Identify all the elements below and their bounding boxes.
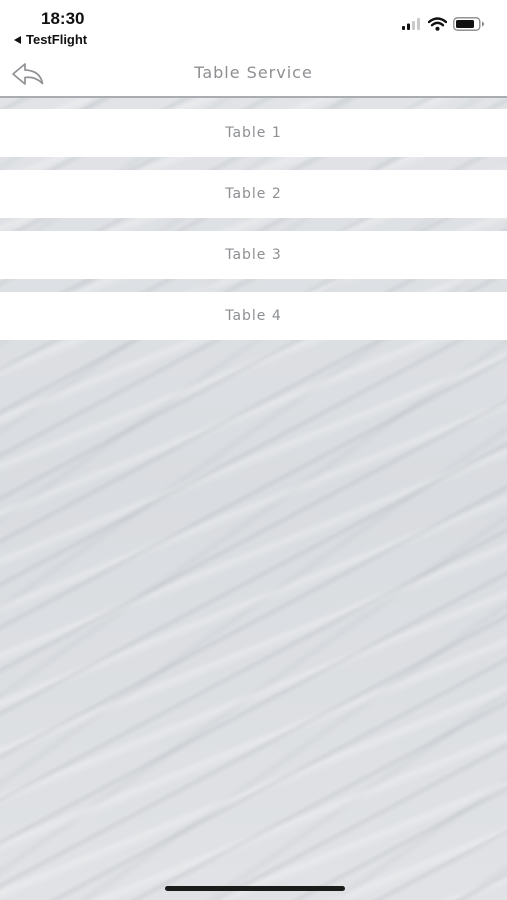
nav-bar: Table Service bbox=[0, 52, 507, 98]
table-label: Table 2 bbox=[225, 186, 282, 202]
table-list: Table 1 Table 2 Table 3 Table 4 bbox=[0, 109, 507, 340]
status-icons bbox=[402, 17, 485, 31]
status-time: 18:30 bbox=[41, 9, 85, 28]
battery-icon bbox=[453, 17, 484, 31]
table-label: Table 4 bbox=[225, 308, 282, 324]
table-row-1[interactable]: Table 1 bbox=[0, 109, 507, 157]
wifi-icon bbox=[428, 17, 447, 31]
table-row-4[interactable]: Table 4 bbox=[0, 292, 507, 340]
table-row-2[interactable]: Table 2 bbox=[0, 170, 507, 218]
back-to-testflight-link[interactable]: TestFlight bbox=[14, 32, 87, 47]
page-title: Table Service bbox=[194, 63, 313, 82]
home-indicator[interactable] bbox=[165, 886, 345, 891]
table-label: Table 1 bbox=[225, 125, 282, 141]
back-triangle-icon bbox=[14, 35, 21, 44]
cellular-signal-icon bbox=[402, 18, 420, 30]
table-label: Table 3 bbox=[225, 247, 282, 263]
status-bar: 18:30 TestFlight bbox=[0, 0, 507, 52]
table-row-3[interactable]: Table 3 bbox=[0, 231, 507, 279]
back-app-label: TestFlight bbox=[26, 32, 88, 47]
